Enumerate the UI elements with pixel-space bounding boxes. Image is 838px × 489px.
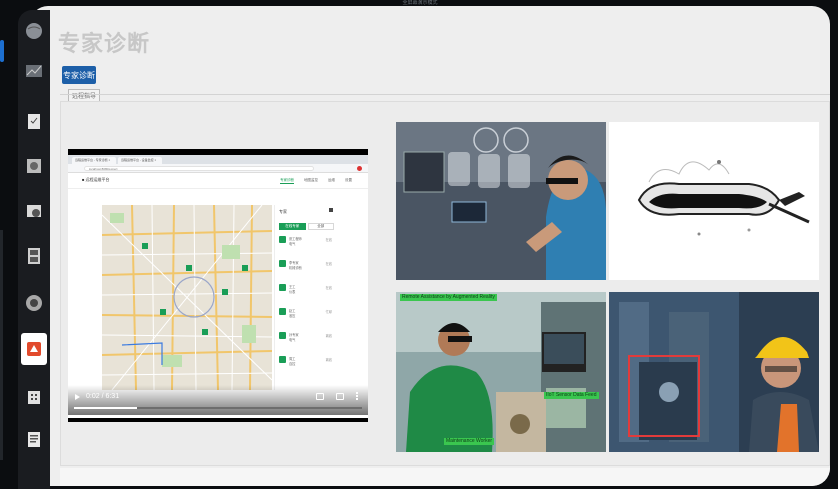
nav-item: 运维 bbox=[328, 178, 335, 182]
nav-item: 设置 bbox=[345, 178, 352, 182]
nav-item: 专家诊断 bbox=[280, 178, 294, 184]
dock-item-building[interactable] bbox=[23, 385, 45, 407]
expert-icon bbox=[279, 356, 286, 363]
recorded-browser: 远程运维平台 - 专家诊断 × 远程运维平台 - 设备监控 × localhos… bbox=[68, 155, 368, 418]
panel-tabs: 在线专家 全部 bbox=[279, 223, 334, 230]
app-nav: 专家诊断 地图监控 运维 设置 bbox=[280, 178, 352, 184]
clock-icon bbox=[27, 159, 41, 173]
dock-item-clipboard[interactable] bbox=[23, 110, 45, 132]
list-item: 周工 自控 离线 bbox=[279, 356, 334, 370]
address-bar: localhost:8080/expert bbox=[68, 164, 368, 173]
panel-tab: 全部 bbox=[307, 223, 334, 230]
app-logo: ■ 远程运维平台 bbox=[82, 177, 110, 182]
panel-header: 专家 bbox=[275, 205, 338, 217]
technician-photo: Remote Assistance by Augmented Reality I… bbox=[396, 292, 606, 452]
dock-item-chart[interactable] bbox=[23, 60, 45, 82]
item-sub: 电气 bbox=[289, 242, 296, 246]
nav-item: 地图监控 bbox=[304, 178, 318, 182]
volume-icon[interactable] bbox=[316, 392, 324, 400]
record-icon bbox=[357, 166, 362, 171]
expert-icon bbox=[279, 308, 286, 315]
fullscreen-icon[interactable] bbox=[336, 392, 344, 400]
expert-icon bbox=[279, 236, 286, 243]
expert-list-panel: 专家 在线专家 全部 张工程师 电气 在线 李专家 机械诊断 在线 王工 仪表 在线 赵工液… bbox=[274, 205, 338, 390]
play-icon[interactable] bbox=[75, 393, 80, 400]
overlay-label: IIoT Sensor Data Feed bbox=[544, 392, 599, 399]
overlay-label: Maintenance Worker bbox=[444, 438, 495, 445]
document-icon bbox=[28, 432, 40, 447]
item-sub: 液压 bbox=[289, 314, 296, 318]
app-header: ■ 远程运维平台 专家诊断 地图监控 运维 设置 bbox=[68, 173, 368, 189]
progress-fill bbox=[74, 407, 138, 409]
camera-icon bbox=[27, 205, 41, 217]
list-item: 孙专家 电气 离线 bbox=[279, 332, 334, 346]
dock-item-expert-active[interactable] bbox=[21, 333, 47, 365]
browser-tabs: 远程运维平台 - 专家诊断 × 远程运维平台 - 设备监控 × bbox=[68, 155, 368, 164]
expert-icon bbox=[279, 260, 286, 267]
tab-expert-diagnosis[interactable]: 专家诊断 bbox=[62, 66, 96, 84]
globe-icon bbox=[26, 23, 42, 39]
dock-item-gauge[interactable] bbox=[23, 292, 45, 314]
dock-item-film[interactable] bbox=[23, 245, 45, 267]
item-sub: 电气 bbox=[289, 338, 296, 342]
more-options-icon[interactable] bbox=[356, 392, 358, 400]
dock-item-camera[interactable] bbox=[23, 200, 45, 222]
item-value: 离线 bbox=[325, 358, 332, 362]
video-controls bbox=[68, 385, 368, 415]
item-sub: 仪表 bbox=[289, 290, 296, 294]
list-item: 赵工 液压 忙碌 bbox=[279, 308, 334, 322]
item-value: 在线 bbox=[325, 238, 332, 242]
item-sub: 机械诊断 bbox=[289, 266, 302, 270]
ar-glasses-photo bbox=[609, 122, 819, 280]
browser-tab: 远程运维平台 - 专家诊断 × bbox=[72, 157, 116, 164]
clipboard-icon bbox=[28, 114, 40, 129]
item-value: 在线 bbox=[325, 262, 332, 266]
engineer-helmet-photo bbox=[609, 292, 819, 452]
divider bbox=[60, 94, 830, 95]
browser-tab: 远程运维平台 - 设备监控 × bbox=[118, 157, 162, 164]
dock-item-document[interactable] bbox=[23, 428, 45, 450]
video-time: 0:02 / 6:31 bbox=[75, 393, 119, 400]
chart-icon bbox=[26, 65, 42, 77]
app-dock bbox=[18, 10, 50, 489]
overlay-label: Remote Assistance by Augmented Reality bbox=[400, 294, 497, 301]
bottom-strip bbox=[60, 468, 830, 486]
building-icon bbox=[28, 391, 40, 404]
item-value: 离线 bbox=[325, 334, 332, 338]
dock-item-globe[interactable] bbox=[23, 20, 45, 42]
list-item: 张工程师 电气 在线 bbox=[279, 236, 334, 250]
map-graphic bbox=[102, 205, 272, 390]
url-text: localhost:8080/expert bbox=[84, 166, 314, 171]
left-edge-indicator bbox=[0, 40, 4, 62]
item-value: 忙碌 bbox=[325, 310, 332, 314]
ar-worker-photo bbox=[396, 122, 606, 280]
expert-app-icon bbox=[27, 342, 41, 356]
expert-icon bbox=[279, 332, 286, 339]
list-item: 李专家 机械诊断 在线 bbox=[279, 260, 334, 274]
page-title: 专家诊断 bbox=[58, 31, 151, 56]
desktop-frame: 全屏幕演示模式 专家诊断 专家诊断 远程指导 远程运维平台 - 专家诊断 × 远… bbox=[0, 0, 838, 489]
panel-title: 专家 bbox=[279, 209, 287, 214]
expert-icon bbox=[279, 284, 286, 291]
item-value: 在线 bbox=[325, 286, 332, 290]
item-sub: 自控 bbox=[289, 362, 296, 366]
panel-tab: 在线专家 bbox=[279, 223, 306, 230]
video-right-controls bbox=[316, 392, 358, 400]
film-icon bbox=[28, 248, 40, 264]
video-player[interactable]: 远程运维平台 - 专家诊断 × 远程运维平台 - 设备监控 × localhos… bbox=[68, 149, 368, 422]
gauge-icon bbox=[26, 295, 42, 311]
list-item: 王工 仪表 在线 bbox=[279, 284, 334, 298]
close-icon bbox=[329, 208, 333, 212]
time-readout: 0:02 / 6:31 bbox=[86, 393, 120, 400]
city-map bbox=[102, 205, 272, 390]
progress-track[interactable] bbox=[74, 407, 362, 409]
app-screen: 专家诊断 专家诊断 远程指导 远程运维平台 - 专家诊断 × 远程运维平台 - … bbox=[30, 6, 830, 486]
left-edge-dark bbox=[0, 230, 3, 460]
dock-item-clock[interactable] bbox=[23, 155, 45, 177]
